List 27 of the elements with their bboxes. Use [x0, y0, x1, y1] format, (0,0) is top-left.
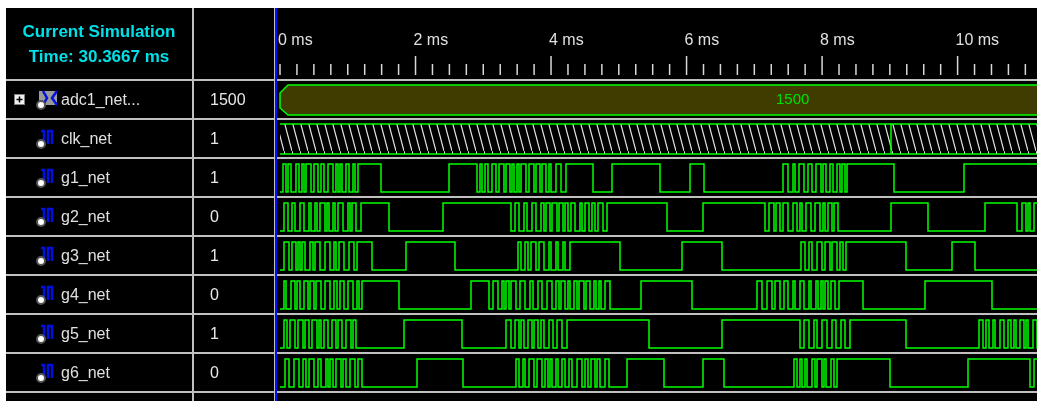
- simulation-time-value: Time: 30.3667 ms: [28, 45, 170, 68]
- time-label: 6 ms: [684, 31, 720, 49]
- signal-name: g5_net: [61, 324, 110, 343]
- signal-value: 0: [194, 198, 274, 235]
- signal-name: g6_net: [61, 363, 110, 382]
- signal-name: g1_net: [61, 168, 110, 187]
- expand-toggle[interactable]: [14, 94, 25, 105]
- signal-name: adc1_net...: [61, 90, 141, 109]
- signal-value: 1: [194, 237, 274, 274]
- bus-signal-icon: [35, 88, 59, 111]
- signal-name: g3_net: [61, 246, 110, 265]
- signal-name: g4_net: [61, 285, 110, 304]
- signal-value: 0: [194, 276, 274, 313]
- signal-value: 1: [194, 159, 274, 196]
- signal-name: clk_net: [61, 129, 112, 148]
- signal-value: 1: [194, 120, 274, 157]
- time-label: 0 ms: [278, 31, 313, 49]
- signal-value: 0: [194, 354, 274, 391]
- signal-value: 1500: [194, 81, 274, 118]
- time-label: 2 ms: [413, 31, 449, 49]
- time-label: 10 ms: [955, 31, 1000, 49]
- bus-value: 1500: [776, 90, 810, 107]
- time-label: 8 ms: [820, 31, 855, 49]
- simulation-time-title: Current Simulation: [22, 20, 176, 43]
- signal-value: 1: [194, 315, 274, 352]
- time-label: 4 ms: [549, 31, 584, 49]
- signal-name: g2_net: [61, 207, 110, 226]
